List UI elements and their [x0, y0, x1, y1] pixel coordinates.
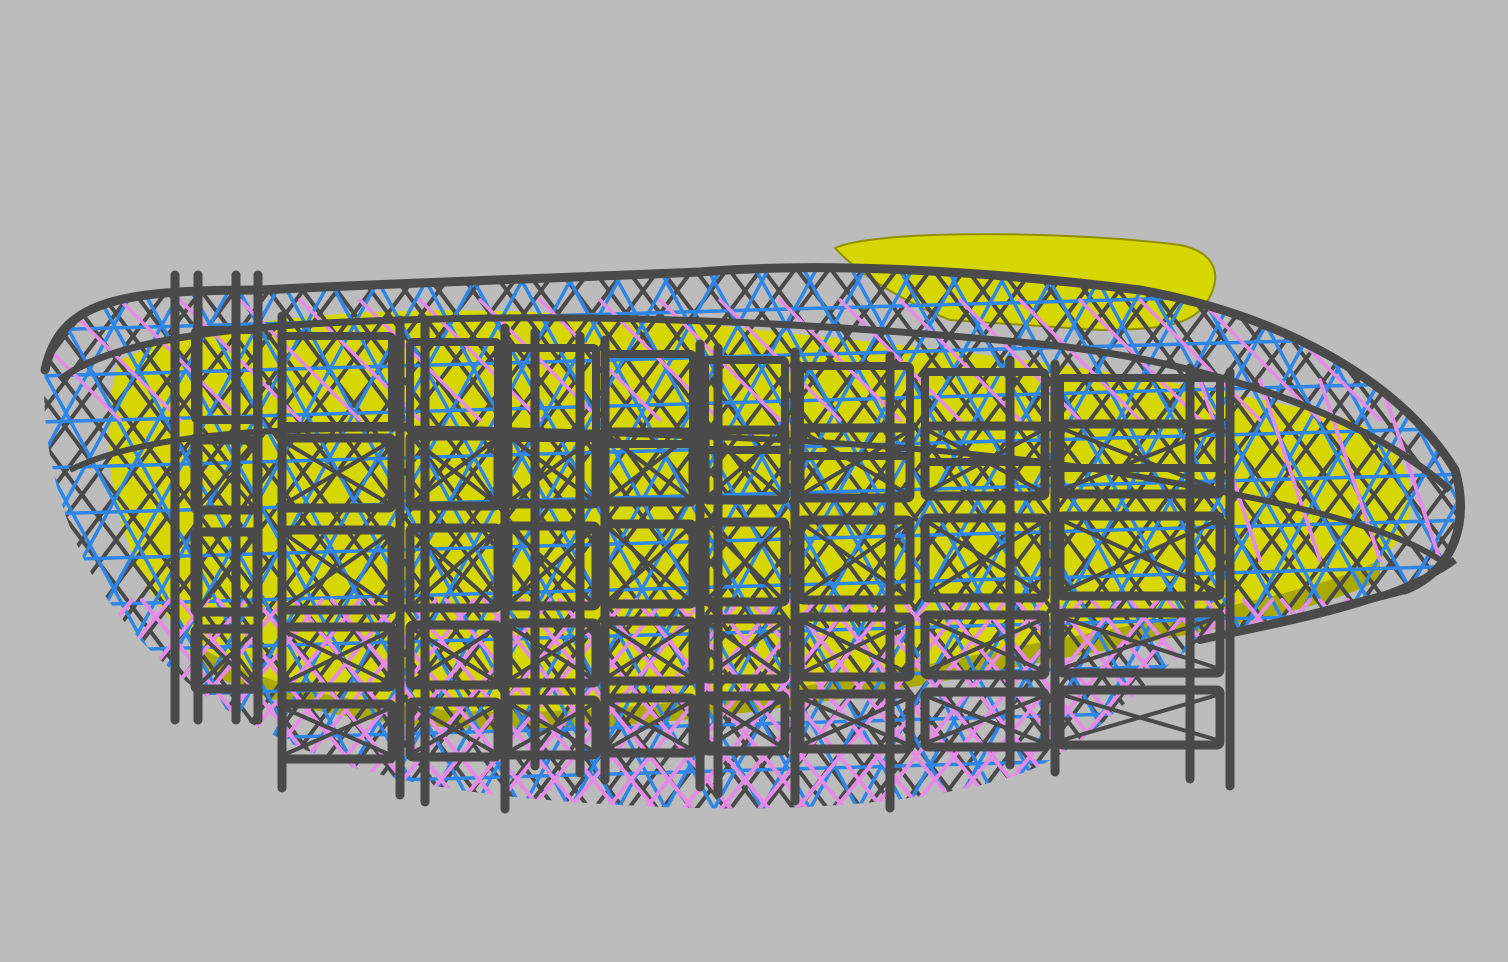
blue-rod [44, 268, 50, 809]
back-diagonal-rod [1470, 260, 1508, 820]
pink-rod [44, 598, 134, 809]
pink-rod [1242, 598, 1426, 809]
pink-rod [1318, 598, 1461, 809]
pink-rod [44, 598, 58, 809]
pink-rod [1242, 598, 1426, 809]
back-diagonal-rod [0, 260, 20, 820]
pink-rod [0, 600, 18, 820]
back-diagonal-rod [0, 260, 20, 820]
blue-rod [1476, 270, 1508, 820]
pink-rod [0, 600, 18, 820]
back-diagonal-rod [1504, 260, 1508, 820]
pink-rod [1166, 598, 1350, 809]
pink-rod [1472, 600, 1508, 820]
pink-rod [44, 598, 58, 809]
back-diagonal-rod [1434, 267, 1461, 809]
pink-rod [44, 598, 96, 809]
pink-rod [1280, 598, 1461, 809]
pink-rod [1438, 298, 1461, 422]
pink-rod [1432, 598, 1461, 809]
pink-rod [1432, 598, 1461, 809]
back-diagonal-rod [1470, 260, 1508, 820]
pink-rod [1394, 598, 1461, 809]
blue-rod [1476, 270, 1508, 820]
pink-rod [1318, 598, 1461, 809]
back-diagonal-rod [1504, 260, 1508, 820]
back-diagonal-rod [44, 267, 56, 809]
pink-rod [44, 598, 210, 809]
3d-viewport[interactable] [0, 0, 1508, 962]
pink-rod [44, 598, 134, 809]
pink-rod [1280, 598, 1461, 809]
back-diagonal-rod [1434, 267, 1461, 809]
blue-rod [44, 268, 50, 809]
pink-rod [1394, 598, 1461, 809]
pink-rod [44, 598, 96, 809]
pink-rod [1472, 600, 1508, 820]
pink-rod [1356, 598, 1461, 809]
pink-rod [44, 598, 172, 809]
pink-rod [1356, 598, 1461, 809]
lattice-model-render[interactable] [0, 0, 1508, 962]
back-diagonal-rod [44, 267, 56, 809]
